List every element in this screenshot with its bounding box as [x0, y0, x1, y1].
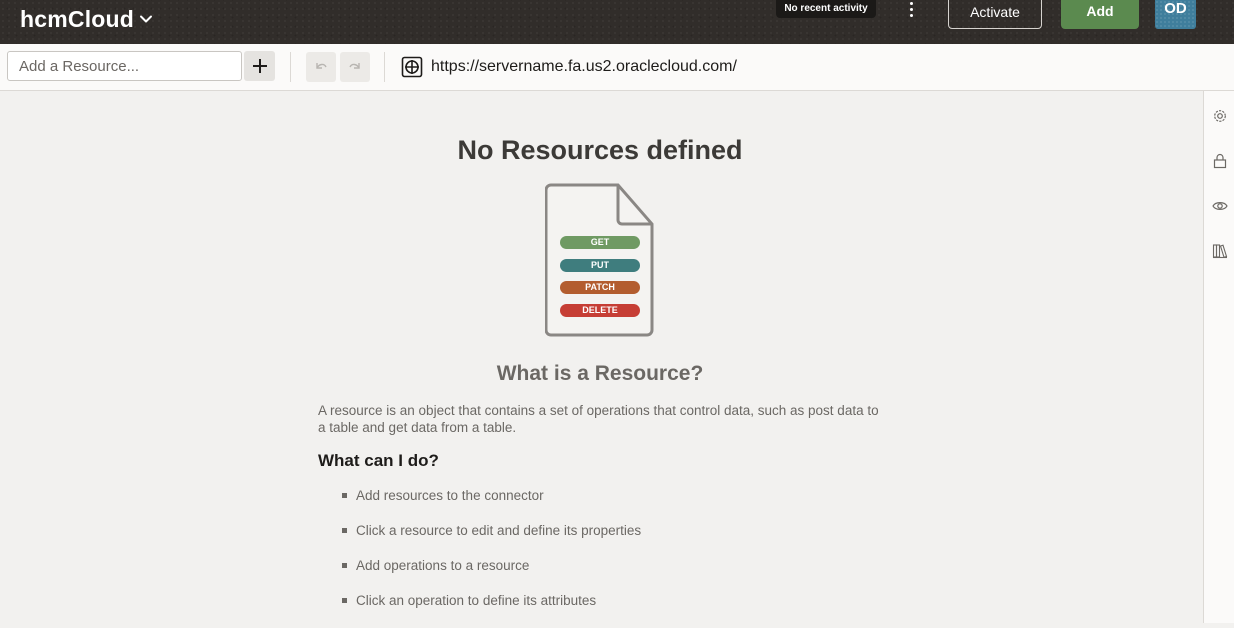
list-item: Add operations to a resource [342, 558, 641, 593]
app-header: hcmCloud No recent activity Activate Add… [0, 0, 1234, 44]
add-resource-input[interactable] [7, 51, 242, 81]
list-item: Click a resource to edit and define its … [342, 523, 641, 558]
toolbar-divider [290, 52, 291, 82]
method-badge-put: PUT [560, 258, 640, 272]
resource-toolbar: https://servername.fa.us2.oraclecloud.co… [0, 44, 1234, 91]
undo-icon [316, 63, 327, 69]
redo-icon [349, 63, 360, 69]
method-badge-delete: DELETE [560, 304, 640, 318]
more-options-icon[interactable] [903, 0, 919, 18]
chevron-down-icon[interactable] [138, 11, 154, 27]
page-title: No Resources defined [457, 135, 743, 165]
list-item: Add resources to the connector [342, 488, 641, 523]
app-title[interactable]: hcmCloud [20, 6, 134, 33]
base-url: https://servername.fa.us2.oraclecloud.co… [431, 58, 737, 75]
endpoint-icon [401, 56, 423, 78]
plus-icon [252, 59, 267, 73]
method-badge-patch: PATCH [560, 281, 640, 295]
document-illustration: GET PUT PATCH DELETE [545, 183, 655, 338]
section-title: What is a Resource? [496, 362, 704, 385]
redo-button[interactable] [340, 52, 370, 82]
undo-button[interactable] [306, 52, 336, 82]
right-rail [1203, 91, 1234, 623]
section-heading: What can I do? [318, 451, 439, 470]
eye-icon[interactable] [1212, 198, 1228, 214]
add-resource-button[interactable] [244, 51, 275, 81]
method-badge-get: GET [560, 236, 640, 249]
settings-icon[interactable] [1212, 108, 1228, 124]
action-list: Add resources to the connector Click a r… [342, 488, 641, 628]
activate-button[interactable]: Activate [948, 0, 1042, 29]
toolbar-divider [384, 52, 385, 82]
description-text: A resource is an object that contains a … [318, 403, 879, 435]
add-button[interactable]: Add [1061, 0, 1139, 29]
avatar[interactable]: OD [1155, 0, 1196, 29]
activity-status: No recent activity [776, 0, 876, 18]
lock-icon[interactable] [1212, 153, 1228, 169]
library-icon[interactable] [1212, 243, 1228, 259]
